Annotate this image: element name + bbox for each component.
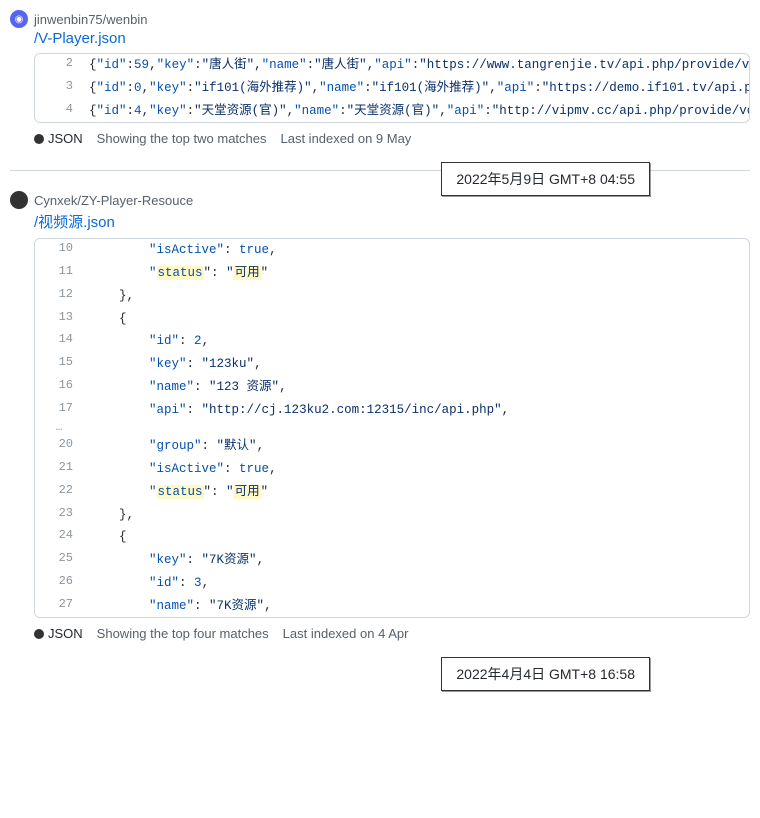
line-number: 23 bbox=[35, 504, 83, 527]
line-code: }, bbox=[83, 504, 749, 527]
code-line[interactable]: 23 }, bbox=[35, 504, 749, 527]
result-footer: JSON Showing the top four matches Last ind… bbox=[34, 626, 750, 641]
line-code: { bbox=[83, 526, 749, 549]
line-code: {"id":59,"key":"唐人街","name":"唐人街","api":… bbox=[83, 54, 749, 77]
line-code: "api": "http://cj.123ku2.com:12315/inc/a… bbox=[83, 399, 749, 422]
line-code: "name": "7K资源", bbox=[83, 595, 749, 618]
code-line[interactable]: 12 }, bbox=[35, 285, 749, 308]
line-number: 24 bbox=[35, 526, 83, 549]
line-number: 16 bbox=[35, 376, 83, 399]
line-number: 26 bbox=[35, 572, 83, 595]
code-preview: 2{"id":59,"key":"唐人街","name":"唐人街","api"… bbox=[34, 53, 750, 123]
dot-icon bbox=[34, 629, 44, 639]
line-number: 25 bbox=[35, 549, 83, 572]
line-code: "status": "可用" bbox=[83, 262, 749, 285]
code-line[interactable]: 3{"id":0,"key":"if101(海外推荐)","name":"if1… bbox=[35, 77, 749, 100]
line-code: {"id":0,"key":"if101(海外推荐)","name":"if10… bbox=[83, 77, 749, 100]
line-code: "isActive": true, bbox=[83, 239, 749, 262]
line-code: "key": "123ku", bbox=[83, 353, 749, 376]
indexed-date: Last indexed on 9 May bbox=[281, 131, 412, 146]
code-line[interactable]: 11 "status": "可用" bbox=[35, 262, 749, 285]
code-line[interactable]: 17 "api": "http://cj.123ku2.com:12315/in… bbox=[35, 399, 749, 422]
matches-count: Showing the top two matches bbox=[97, 131, 267, 146]
timestamp-annotation: 2022年5月9日 GMT+8 04:55 bbox=[441, 162, 650, 196]
line-number: 13 bbox=[35, 308, 83, 331]
indexed-date: Last indexed on 4 Apr bbox=[283, 626, 409, 641]
code-line[interactable]: 21 "isActive": true, bbox=[35, 458, 749, 481]
line-number: 2 bbox=[35, 54, 83, 77]
line-code: "name": "123 资源", bbox=[83, 376, 749, 399]
code-line[interactable]: 26 "id": 3, bbox=[35, 572, 749, 595]
line-number: 4 bbox=[35, 100, 83, 123]
code-line[interactable]: 2{"id":59,"key":"唐人街","name":"唐人街","api"… bbox=[35, 54, 749, 77]
dark-avatar-icon bbox=[10, 191, 28, 209]
code-line[interactable]: 22 "status": "可用" bbox=[35, 481, 749, 504]
line-code: "id": 2, bbox=[83, 330, 749, 353]
line-number: 22 bbox=[35, 481, 83, 504]
line-number: 21 bbox=[35, 458, 83, 481]
line-code: {"id":4,"key":"天堂资源(官)","name":"天堂资源(官)"… bbox=[83, 100, 749, 123]
line-number: 12 bbox=[35, 285, 83, 308]
code-line[interactable]: 4{"id":4,"key":"天堂资源(官)","name":"天堂资源(官)… bbox=[35, 100, 749, 123]
code-line[interactable]: 15 "key": "123ku", bbox=[35, 353, 749, 376]
repo-name[interactable]: jinwenbin75/wenbin bbox=[34, 12, 147, 27]
repo-name[interactable]: Cynxek/ZY-Player-Resouce bbox=[34, 193, 193, 208]
line-number: 20 bbox=[35, 435, 83, 458]
matches-count: Showing the top four matches bbox=[97, 626, 269, 641]
line-number: 17 bbox=[35, 399, 83, 422]
line-code: "isActive": true, bbox=[83, 458, 749, 481]
line-number: 10 bbox=[35, 239, 83, 262]
code-preview: 10 "isActive": true,11 "status": "可用"12 … bbox=[34, 238, 750, 618]
language-badge: JSON bbox=[34, 626, 83, 641]
code-table: 10 "isActive": true,11 "status": "可用"12 … bbox=[35, 239, 749, 617]
file-link[interactable]: /视频源.json bbox=[34, 211, 115, 232]
line-code: "status": "可用" bbox=[83, 481, 749, 504]
repo-header: Cynxek/ZY-Player-Resouce bbox=[10, 191, 441, 209]
line-number: 3 bbox=[35, 77, 83, 100]
line-code: }, bbox=[83, 285, 749, 308]
language-badge: JSON bbox=[34, 131, 83, 146]
code-table: 2{"id":59,"key":"唐人街","name":"唐人街","api"… bbox=[35, 54, 749, 122]
line-code: "id": 3, bbox=[83, 572, 749, 595]
code-line[interactable]: 27 "name": "7K资源", bbox=[35, 595, 749, 618]
code-line[interactable]: 10 "isActive": true, bbox=[35, 239, 749, 262]
line-number: 11 bbox=[35, 262, 83, 285]
code-line[interactable]: 13 { bbox=[35, 308, 749, 331]
line-number: 15 bbox=[35, 353, 83, 376]
search-result: ◉ jinwenbin75/wenbin/V-Player.json 2{"id":… bbox=[10, 10, 750, 171]
line-code: { bbox=[83, 308, 749, 331]
file-link[interactable]: /V-Player.json bbox=[34, 30, 126, 47]
line-number: 27 bbox=[35, 595, 83, 618]
collapsed-lines[interactable]: … bbox=[35, 421, 749, 435]
timestamp-annotation: 2022年4月4日 GMT+8 16:58 bbox=[441, 657, 650, 691]
discord-avatar-icon: ◉ bbox=[10, 10, 28, 28]
search-result: Cynxek/ZY-Player-Resouce/视频源.json 10 "isA… bbox=[10, 191, 750, 665]
line-code: "group": "默认", bbox=[83, 435, 749, 458]
code-line[interactable]: 24 { bbox=[35, 526, 749, 549]
dot-icon bbox=[34, 134, 44, 144]
line-code: "key": "7K资源", bbox=[83, 549, 749, 572]
code-line[interactable]: 14 "id": 2, bbox=[35, 330, 749, 353]
repo-header: ◉ jinwenbin75/wenbin bbox=[10, 10, 750, 28]
code-line[interactable]: 25 "key": "7K资源", bbox=[35, 549, 749, 572]
code-line[interactable]: 20 "group": "默认", bbox=[35, 435, 749, 458]
result-footer: JSON Showing the top two matches Last inde… bbox=[34, 131, 750, 146]
line-number: 14 bbox=[35, 330, 83, 353]
code-line[interactable]: 16 "name": "123 资源", bbox=[35, 376, 749, 399]
